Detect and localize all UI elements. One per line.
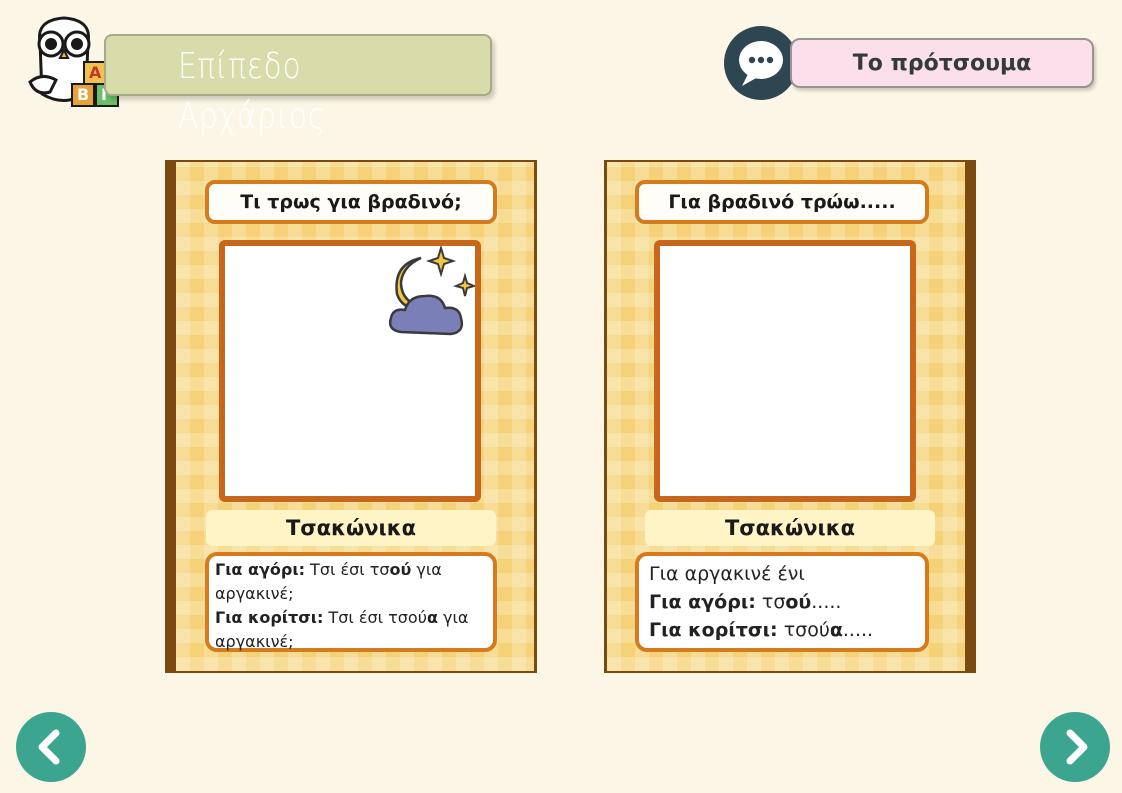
boy-ending: ού bbox=[389, 560, 412, 579]
answer-image bbox=[654, 240, 916, 502]
answer-translation-box: Για αργακινέ ένι Για αγόρι: τσού..... Γι… bbox=[635, 552, 929, 652]
boy-text-2: ..... bbox=[811, 591, 842, 613]
boy-ending: ού bbox=[785, 591, 812, 613]
girl-label: Για κορίτσι: bbox=[215, 608, 324, 627]
answer-title: Για βραδινό τρώω..... bbox=[635, 180, 929, 224]
language-label: Τσακώνικα bbox=[206, 510, 496, 546]
answer-card: Για βραδινό τρώω..... Τσακώνικα Για αργα… bbox=[604, 160, 976, 673]
boy-line: Για αγόρι: τσού..... bbox=[649, 588, 915, 616]
girl-text-1: Τσι έσι τσού bbox=[323, 608, 427, 627]
suggestion-label[interactable]: Το πρότσουμα bbox=[790, 38, 1094, 88]
girl-text-1: τσού bbox=[777, 619, 830, 641]
block-letter-a: Α bbox=[89, 63, 102, 82]
boy-label: Για αγόρι: bbox=[649, 591, 756, 613]
speech-bubble-icon bbox=[739, 41, 783, 86]
girl-line: Για κορίτσι: τσούα..... bbox=[649, 616, 915, 644]
boy-line: Για αγόρι: Τσι έσι τσού για αργακινέ; bbox=[215, 558, 487, 606]
intro-line: Για αργακινέ ένι bbox=[649, 563, 805, 585]
girl-ending: α bbox=[426, 608, 438, 627]
suggestion-button[interactable] bbox=[724, 26, 798, 100]
question-translation-box: Για αγόρι: Τσι έσι τσού για αργακινέ; Γι… bbox=[205, 552, 497, 652]
boy-text-1: τσ bbox=[755, 591, 786, 613]
question-title: Τι τρως για βραδινό; bbox=[205, 180, 497, 224]
next-button[interactable] bbox=[1040, 712, 1110, 782]
question-image bbox=[219, 240, 481, 502]
boy-label: Για αγόρι: bbox=[215, 560, 305, 579]
previous-button[interactable] bbox=[16, 712, 86, 782]
chevron-right-icon bbox=[1066, 729, 1088, 765]
language-label: Τσακώνικα bbox=[645, 510, 935, 546]
girl-text-2: ..... bbox=[842, 619, 874, 641]
girl-label: Για κορίτσι: bbox=[649, 619, 778, 641]
boy-text-1: Τσι έσι τσ bbox=[304, 560, 390, 579]
girl-line: Για κορίτσι: Τσι έσι τσούα για αργακινέ; bbox=[215, 606, 487, 654]
girl-ending: α bbox=[829, 619, 843, 641]
block-letter-b: Β bbox=[77, 85, 90, 104]
moon-cloud-stars-icon bbox=[388, 246, 475, 336]
level-title: Επίπεδο Αρχάριος bbox=[178, 46, 326, 137]
chevron-left-icon bbox=[38, 729, 60, 765]
question-card: Τι τρως για βραδινό; Τσακώνικα Για αγόρι… bbox=[165, 160, 537, 673]
